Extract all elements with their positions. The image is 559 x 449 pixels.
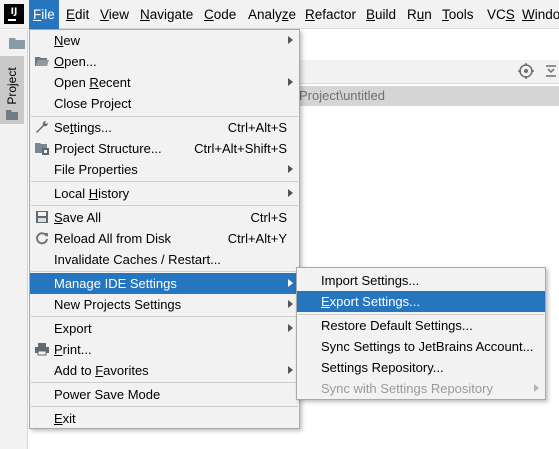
- menu-item-file-properties[interactable]: File Properties: [30, 159, 299, 180]
- menu-edit[interactable]: Edit: [62, 0, 93, 29]
- menu-code[interactable]: Code: [200, 0, 240, 29]
- menu-separator: [31, 316, 298, 317]
- collapse-all-icon[interactable]: [544, 64, 558, 78]
- menu-item-local-history[interactable]: Local History: [30, 183, 299, 204]
- submenu-arrow-icon: [288, 78, 293, 86]
- menu-vcs[interactable]: VCS: [483, 0, 519, 29]
- menu-item-settings[interactable]: Settings... Ctrl+Alt+S: [30, 117, 299, 138]
- menu-build[interactable]: Build: [362, 0, 400, 29]
- manage-ide-settings-submenu: Import Settings... Export Settings... Re…: [296, 267, 546, 400]
- menu-tools[interactable]: Tools: [438, 0, 478, 29]
- project-path-label: Project\untitled: [299, 86, 559, 106]
- project-folder-icon: [6, 110, 18, 120]
- intellij-logo-icon: IJ: [4, 4, 24, 24]
- menu-run[interactable]: Run: [403, 0, 436, 29]
- locate-icon[interactable]: [518, 63, 534, 79]
- submenu-arrow-icon: [288, 279, 293, 287]
- menu-item-print[interactable]: Print...: [30, 339, 299, 360]
- save-icon: [36, 211, 48, 223]
- menu-item-exit[interactable]: Exit: [30, 408, 299, 429]
- menu-bar: IJ File Edit View Navigate Code Analyze …: [0, 0, 559, 29]
- wrench-icon: [36, 120, 49, 133]
- menu-separator: [31, 205, 298, 206]
- menu-item-export[interactable]: Export: [30, 318, 299, 339]
- menu-item-new[interactable]: New: [30, 30, 299, 51]
- menu-separator: [31, 181, 298, 182]
- submenu-item-import-settings[interactable]: Import Settings...: [297, 270, 545, 291]
- menu-separator: [31, 271, 298, 272]
- menu-item-open-recent[interactable]: Open Recent: [30, 72, 299, 93]
- printer-icon: [35, 343, 49, 356]
- project-structure-icon: [35, 143, 49, 155]
- submenu-arrow-icon: [288, 165, 293, 173]
- menu-view[interactable]: View: [96, 0, 133, 29]
- file-menu: New Open... Open Recent Close Project Se…: [29, 29, 300, 429]
- menu-item-reload-from-disk[interactable]: Reload All from Disk Ctrl+Alt+Y: [30, 228, 299, 249]
- menu-separator: [31, 382, 298, 383]
- menu-analyze[interactable]: Analyze: [244, 0, 300, 29]
- submenu-arrow-icon: [288, 324, 293, 332]
- submenu-arrow-icon: [288, 36, 293, 44]
- menu-window[interactable]: Windo: [518, 0, 559, 29]
- menu-item-new-projects-settings[interactable]: New Projects Settings: [30, 294, 299, 315]
- menu-item-invalidate-caches[interactable]: Invalidate Caches / Restart...: [30, 249, 299, 270]
- menu-navigate[interactable]: Navigate: [136, 0, 197, 29]
- submenu-arrow-icon: [534, 384, 539, 392]
- submenu-item-settings-repository[interactable]: Settings Repository...: [297, 357, 545, 378]
- open-folder-icon: [35, 57, 49, 66]
- menu-item-power-save-mode[interactable]: Power Save Mode: [30, 384, 299, 405]
- submenu-item-sync-jetbrains-account[interactable]: Sync Settings to JetBrains Account...: [297, 336, 545, 357]
- submenu-item-sync-settings-repository: Sync with Settings Repository: [297, 378, 545, 399]
- menu-file[interactable]: File: [29, 0, 59, 29]
- menu-item-add-to-favorites[interactable]: Add to Favorites: [30, 360, 299, 381]
- refresh-icon: [36, 232, 48, 245]
- submenu-arrow-icon: [288, 300, 293, 308]
- menu-item-close-project[interactable]: Close Project: [30, 93, 299, 114]
- menu-item-manage-ide-settings[interactable]: Manage IDE Settings: [30, 273, 299, 294]
- menu-separator: [31, 406, 298, 407]
- submenu-arrow-icon: [288, 189, 293, 197]
- submenu-item-restore-default-settings[interactable]: Restore Default Settings...: [297, 315, 545, 336]
- submenu-arrow-icon: [288, 366, 293, 374]
- menu-refactor[interactable]: Refactor: [301, 0, 360, 29]
- menu-item-project-structure[interactable]: Project Structure... Ctrl+Alt+Shift+S: [30, 138, 299, 159]
- submenu-item-export-settings[interactable]: Export Settings...: [297, 291, 545, 312]
- project-tab-label: Project: [5, 67, 19, 105]
- menu-item-open[interactable]: Open...: [30, 51, 299, 72]
- menu-item-save-all[interactable]: Save All Ctrl+S: [30, 207, 299, 228]
- folder-icon: [9, 38, 25, 49]
